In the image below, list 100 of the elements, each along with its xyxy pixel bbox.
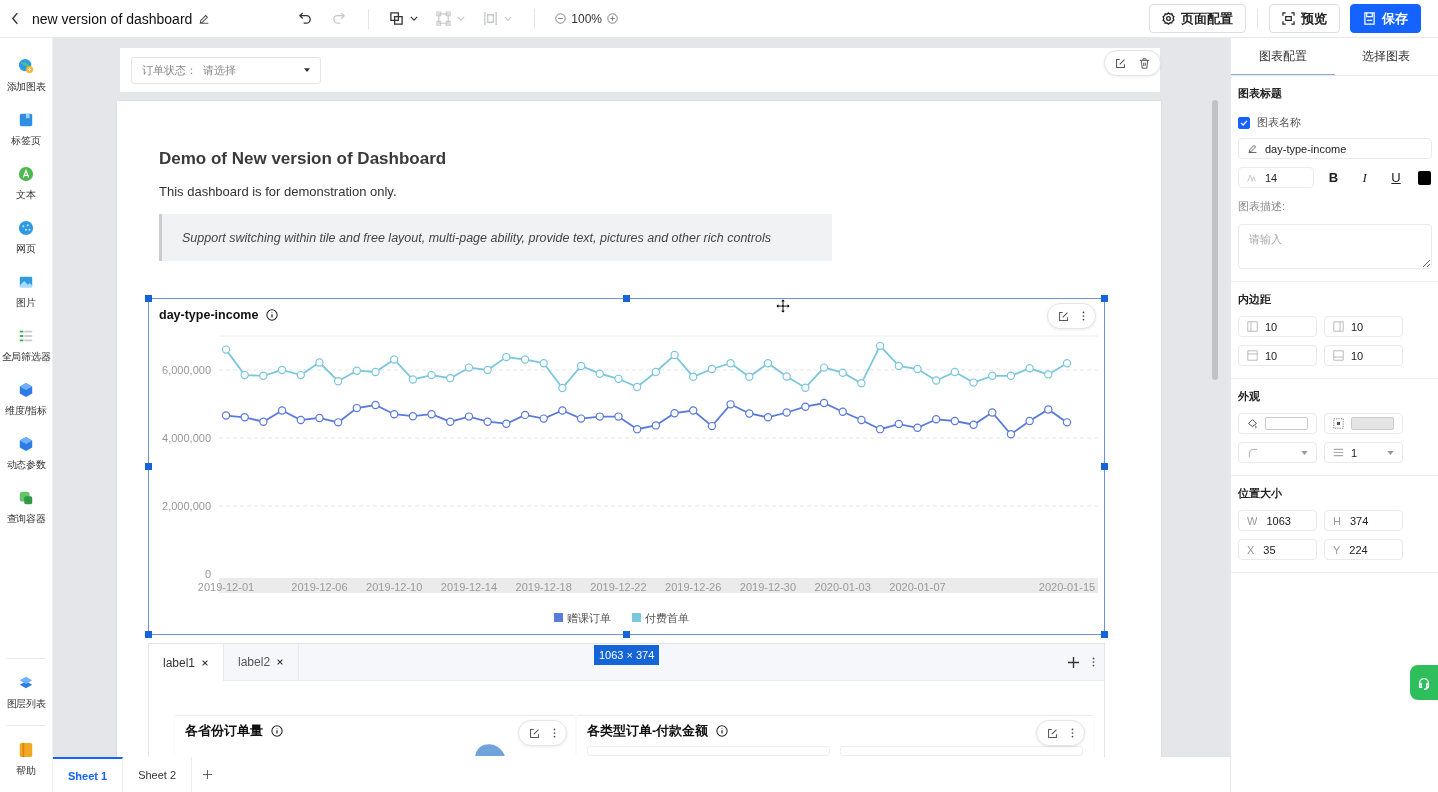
edit-icon[interactable] [1058,310,1069,322]
description-field[interactable]: 请输入 [1238,224,1432,269]
close-icon[interactable] [276,658,285,666]
chart-name-field[interactable]: day-type-income [1238,138,1432,159]
cube-icon[interactable] [18,436,34,452]
data-point [277,406,287,415]
sheet-tab[interactable]: Sheet 1 [53,757,124,792]
edit-icon[interactable] [1115,57,1126,69]
resize-handle[interactable] [145,463,152,470]
undo-icon[interactable] [298,11,314,26]
sidebar-item-label[interactable]: 查询容器 [6,512,46,526]
web-icon[interactable] [18,220,34,236]
padding-field[interactable]: 10 [1324,345,1403,366]
resize-handle[interactable] [623,295,630,302]
data-point [240,413,249,422]
data-point [969,378,978,387]
padding-field[interactable]: 10 [1238,345,1317,366]
position-field[interactable]: Y 224 [1324,539,1403,560]
sheet-tab[interactable]: Sheet 2 [123,757,193,792]
fill-color-picker[interactable] [1238,413,1317,434]
edit-icon[interactable] [1047,727,1058,739]
preview-frame-icon [1282,12,1295,25]
more-icon[interactable] [1071,728,1074,738]
close-icon[interactable] [201,658,210,667]
help-book-icon[interactable] [18,742,34,758]
scrollbar[interactable] [1212,100,1218,380]
legend-label[interactable]: 赠课订单 [567,612,611,624]
add-icon[interactable] [1068,656,1079,668]
more-icon[interactable] [553,728,556,738]
text-icon[interactable] [18,166,34,182]
order-status-select[interactable]: 订单状态： 请选择 [131,56,321,84]
sidebar-item-label[interactable]: 添加图表 [6,80,46,94]
more-icon[interactable] [1082,311,1085,321]
sidebar-item-label[interactable]: 标签页 [11,134,41,148]
delete-icon[interactable] [1139,57,1150,69]
copy-icon[interactable] [389,11,405,26]
padding-field[interactable]: 10 [1238,316,1317,337]
image-icon[interactable] [18,274,34,290]
container-tab[interactable]: label1 [149,644,225,681]
italic-button[interactable]: I [1359,169,1371,186]
info-icon[interactable] [716,725,729,737]
save-button[interactable]: 保存 [1350,4,1421,33]
back-icon[interactable] [11,12,20,25]
resize-handle[interactable] [1101,463,1108,470]
support-button[interactable] [1410,665,1438,700]
position-field[interactable]: W 1063 [1238,510,1317,531]
legend-label[interactable]: 付费首单 [645,612,689,624]
sidebar-item-label[interactable]: 图层列表 [6,697,46,711]
data-point [838,407,847,417]
color-swatch[interactable] [1417,170,1431,185]
info-icon[interactable] [266,309,279,321]
sidebar-item-label[interactable]: 图片 [16,296,36,310]
container-tab[interactable]: label2 [224,644,300,680]
resize-handle[interactable] [145,631,152,638]
zoom-in-icon[interactable] [607,13,619,24]
preview-button[interactable]: 预览 [1269,4,1340,33]
border-width-select[interactable]: 1 [1324,442,1403,463]
data-point [857,379,866,388]
more-icon[interactable] [1092,657,1095,667]
sidebar-item-label[interactable]: 动态参数 [6,458,46,472]
padding-field[interactable]: 10 [1324,316,1403,337]
data-point [1062,418,1072,427]
sidebar-item-label[interactable]: 网页 [16,242,36,256]
edit-icon[interactable] [529,727,540,739]
section-heading: 位置大小 [1238,486,1283,501]
checkbox[interactable] [1238,116,1250,129]
cube-icon[interactable] [18,382,34,398]
position-field[interactable]: H 374 [1324,510,1403,531]
data-point [296,370,305,380]
caret-icon[interactable] [410,16,419,21]
resize-handle[interactable] [1101,631,1108,638]
panel-tab[interactable]: 图表配置 [1231,38,1335,75]
data-point [689,406,698,415]
layers-icon[interactable] [18,675,34,691]
border-color-picker[interactable] [1324,413,1403,434]
query-icon[interactable] [18,490,34,506]
info-icon[interactable] [271,725,283,737]
panel-tab[interactable]: 选择图表 [1334,38,1438,75]
chart-icon[interactable] [18,58,34,74]
font-size-field[interactable]: 14 [1238,167,1314,188]
resize-handle[interactable] [145,295,152,302]
resize-handle[interactable] [623,631,630,638]
y-tick-label: 2,000,000 [162,500,211,512]
tabs-icon[interactable] [18,112,34,128]
data-point [763,359,773,368]
sidebar-item-label[interactable]: 帮助 [16,764,36,778]
data-point [240,370,249,380]
zoom-out-icon[interactable] [555,13,567,24]
filter-icon[interactable] [18,328,34,344]
sidebar-item-label[interactable]: 文本 [16,188,36,202]
position-field[interactable]: X 35 [1238,539,1317,560]
sidebar-item-label[interactable]: 全局筛选器 [1,350,51,364]
add-icon[interactable] [203,770,213,779]
resize-handle[interactable] [1101,295,1108,302]
bold-button[interactable]: B [1327,170,1340,185]
data-point [1044,405,1053,414]
edit-icon[interactable] [198,12,211,25]
page-settings-button[interactable]: 页面配置 [1149,4,1246,33]
sidebar-item-label[interactable]: 维度/指标 [5,404,47,418]
underline-button[interactable]: U [1390,170,1402,185]
